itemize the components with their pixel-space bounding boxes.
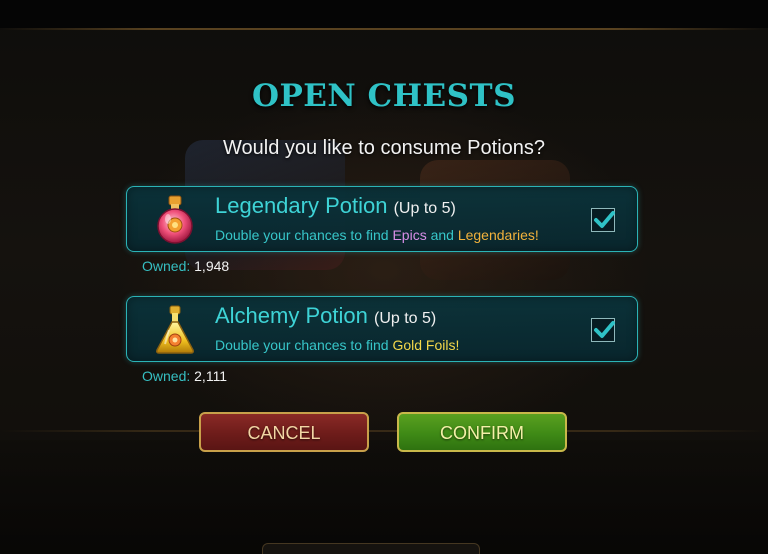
owned-label: Owned: [142,368,191,384]
legendary-potion-checkbox[interactable] [591,208,615,232]
legendary-potion-limit: (Up to 5) [393,200,456,217]
checkmark-icon [594,211,615,228]
dialog-question: Would you like to consume Potions? [222,137,546,159]
legendary-potion-title: Legendary Potion [215,193,388,218]
owned-value: 1,948 [194,258,230,274]
owned-value: 2,111 [194,368,228,384]
confirm-button[interactable]: CONFIRM [397,412,567,452]
legendary-potion-name: Legendary Potion (Up to 5) [215,193,456,219]
alchemy-desc-prefix: Double your chances to find [215,337,393,353]
legendary-potion-icon [151,194,199,246]
checkmark-icon [594,321,615,338]
alchemy-potion-icon [151,304,199,356]
legendary-potion-card: Legendary Potion (Up to 5) Double your c… [126,186,638,252]
owned-label: Owned: [142,258,191,274]
legendary-desc-middle: and [426,227,458,243]
top-bar [0,0,768,28]
legendary-potion-description: Double your chances to find Epics and Le… [215,227,539,243]
dialog-title: OPEN CHESTS [251,78,516,114]
bottom-tab [262,543,480,554]
alchemy-owned-count: Owned: 2,111 [142,368,227,384]
alchemy-potion-description: Double your chances to find Gold Foils! [215,337,459,353]
gold-foils-highlight: Gold Foils! [392,337,460,353]
game-screen: OPEN CHESTS Would you like to consume Po… [0,0,768,554]
alchemy-potion-title: Alchemy Potion [215,303,368,328]
background-shade [0,440,768,554]
legendary-owned-count: Owned: 1,948 [142,258,229,274]
cancel-button[interactable]: CANCEL [199,412,369,452]
legendaries-highlight: Legendaries! [457,227,539,243]
alchemy-potion-name: Alchemy Potion (Up to 5) [215,303,436,329]
alchemy-potion-limit: (Up to 5) [373,310,437,327]
frame-divider-top [0,28,768,30]
legendary-desc-prefix: Double your chances to find [215,227,393,243]
frame-divider-bottom [0,430,768,432]
alchemy-potion-checkbox[interactable] [591,318,615,342]
epics-highlight: Epics [392,227,427,243]
alchemy-potion-card: Alchemy Potion (Up to 5) Double your cha… [126,296,638,362]
